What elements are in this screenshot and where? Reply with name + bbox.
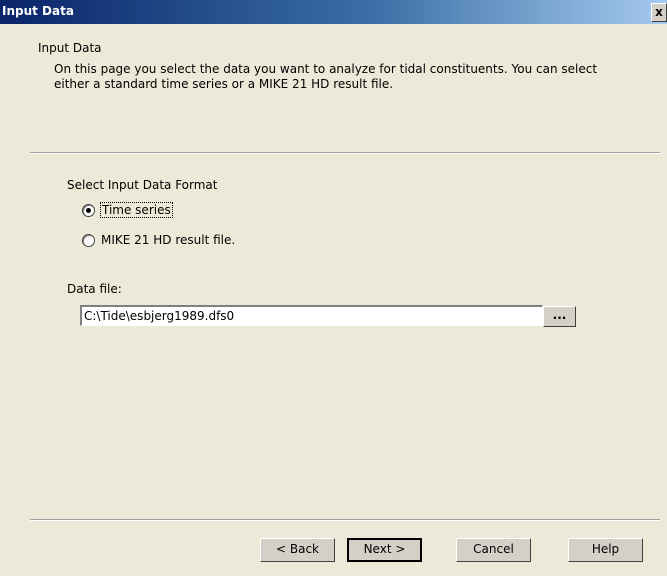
- input-format-label: Select Input Data Format: [67, 178, 218, 192]
- radio-button-checked[interactable]: [82, 203, 95, 217]
- next-button[interactable]: Next >: [347, 538, 422, 562]
- footer-divider: [30, 519, 660, 521]
- radio-time-series[interactable]: Time series: [82, 202, 173, 218]
- data-file-label: Data file:: [67, 282, 122, 296]
- data-file-input[interactable]: [80, 305, 543, 326]
- radio-mike21-result[interactable]: MIKE 21 HD result file.: [82, 233, 235, 247]
- browse-button[interactable]: ...: [543, 306, 576, 327]
- back-button[interactable]: < Back: [260, 538, 335, 562]
- page-description: On this page you select the data you wan…: [54, 62, 598, 91]
- radio-time-series-label[interactable]: Time series: [100, 202, 173, 218]
- window-title: Input Data: [2, 4, 74, 18]
- help-button[interactable]: Help: [568, 538, 643, 562]
- radio-mike21-result-label[interactable]: MIKE 21 HD result file.: [101, 233, 235, 247]
- wizard-dialog: Input Data x Input Data On this page you…: [0, 0, 667, 576]
- page-title: Input Data: [38, 41, 102, 55]
- header-divider: [30, 152, 660, 154]
- cancel-button[interactable]: Cancel: [456, 538, 531, 562]
- close-button[interactable]: x: [651, 3, 667, 22]
- title-bar[interactable]: Input Data x: [0, 0, 667, 24]
- radio-button-unchecked[interactable]: [82, 233, 95, 247]
